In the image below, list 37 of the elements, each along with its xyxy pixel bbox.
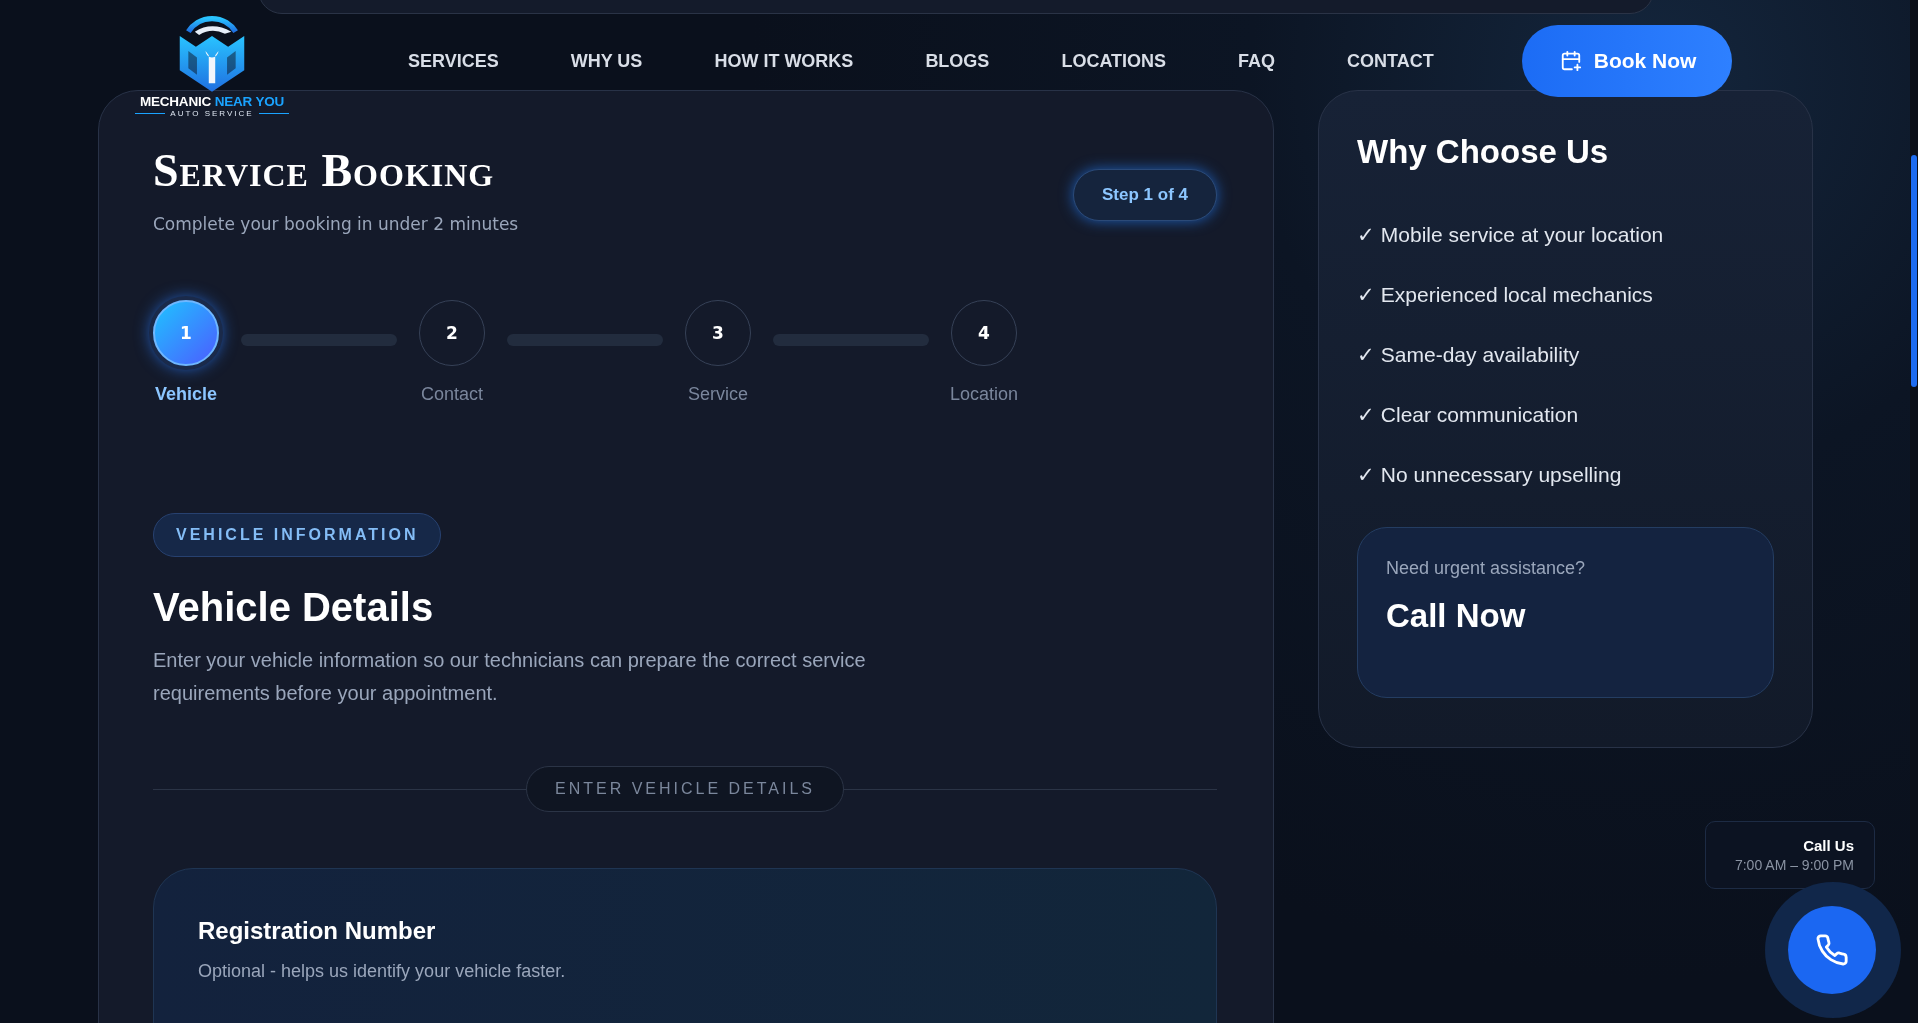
nav-link[interactable]: BLOGS [889,50,1026,72]
scrollbar-thumb[interactable] [1911,155,1917,387]
step-label: Location [949,384,1019,406]
logo-tagline: AUTO SERVICE [170,109,254,118]
sidebar-title: Why Choose Us [1357,133,1610,171]
nav-link[interactable]: SERVICES [372,50,535,72]
phone-icon [1815,933,1849,967]
nav-link[interactable]: FAQ [1202,50,1312,72]
divider-label: ENTER VEHICLE DETAILS [525,766,845,813]
step-label: Vehicle [154,384,217,406]
section-heading: Vehicle Details [153,585,435,631]
page-subtitle: Complete your booking in under 2 minutes [153,214,519,235]
page-title: Service Booking [153,144,496,198]
urgent-question: Need urgent assistance? [1386,558,1586,579]
step-label: Contact [420,384,483,406]
benefit-item: ✓ Mobile service at your location [1357,223,1665,247]
benefit-item: ✓ Same-day availability [1357,343,1581,367]
logo-text-accent: NEAR YOU [214,94,285,109]
benefit-item: ✓ Experienced local mechanics [1357,283,1654,307]
section-tag: VEHICLE INFORMATION [153,513,442,558]
call-title: Call Us [1803,837,1854,854]
benefit-item: ✓ No unnecessary upselling [1357,463,1623,487]
nav-link[interactable]: LOCATIONS [1025,50,1203,72]
book-now-button[interactable]: Book Now [1521,25,1733,97]
calendar-plus-icon [1559,50,1582,72]
call-now-link[interactable]: Call Now [1386,597,1526,635]
logo-text: MECHANIC [139,94,212,109]
section-description: Enter your vehicle information so our technicians can prepare the correct service requirements before your appointment. [153,648,867,707]
call-hours: 7:00 AM – 9:00 PM [1734,857,1854,873]
step-label: Service [688,384,748,406]
field-hint: Optional - helps us identify your vehicle faster. [198,961,567,983]
nav-link[interactable]: WHY US [534,50,679,72]
step-badge: Step 1 of 4 [1073,169,1217,221]
field-title: Registration Number [198,917,437,946]
nav-link[interactable]: HOW IT WORKS [678,50,890,72]
nav-link[interactable]: CONTACT [1311,50,1470,72]
benefit-item: ✓ Clear communication [1357,403,1580,427]
